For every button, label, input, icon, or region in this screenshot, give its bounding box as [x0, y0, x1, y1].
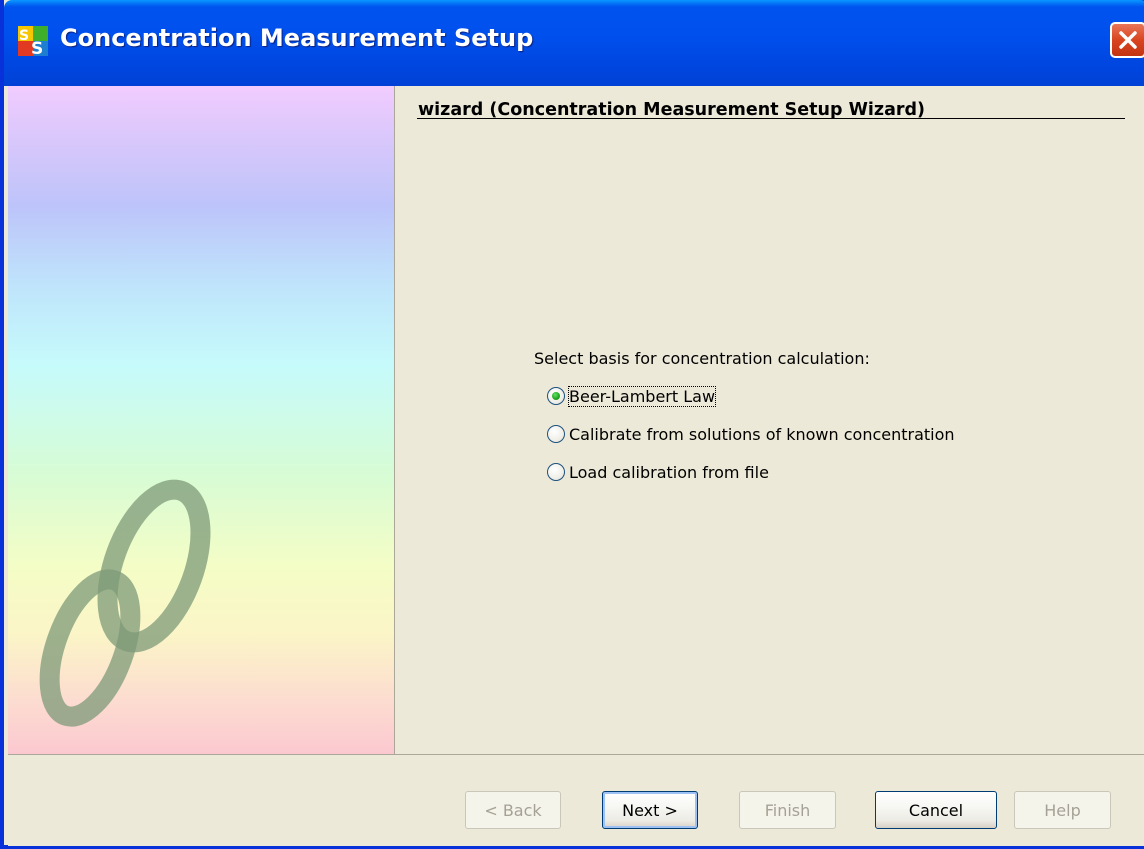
basis-prompt-label: Select basis for concentration calculati…	[534, 349, 870, 368]
radio-calibrate-known[interactable]: Calibrate from solutions of known concen…	[547, 421, 955, 447]
wizard-heading: wizard (Concentration Measurement Setup …	[418, 100, 926, 120]
radio-label: Calibrate from solutions of known concen…	[569, 424, 955, 444]
svg-text:S: S	[19, 28, 29, 44]
back-button[interactable]: < Back	[465, 791, 561, 829]
close-icon	[1119, 31, 1137, 49]
app-logo-icon: S S	[18, 26, 48, 56]
radio-label: Beer-Lambert Law	[567, 385, 717, 407]
cancel-button[interactable]: Cancel	[875, 791, 997, 829]
radio-load-file[interactable]: Load calibration from file	[547, 459, 769, 485]
svg-text:S: S	[31, 39, 43, 56]
radio-beer-lambert[interactable]: Beer-Lambert Law	[547, 383, 717, 409]
heading-divider	[417, 118, 1125, 119]
radio-label: Load calibration from file	[569, 462, 769, 482]
help-button[interactable]: Help	[1014, 791, 1111, 829]
title-bar[interactable]: S S Concentration Measurement Setup	[4, 0, 1144, 86]
radio-button[interactable]	[547, 463, 565, 481]
window-title: Concentration Measurement Setup	[60, 24, 534, 52]
next-button[interactable]: Next >	[602, 791, 698, 829]
wizard-side-banner	[8, 86, 394, 754]
finish-button[interactable]: Finish	[739, 791, 836, 829]
wizard-content: wizard (Concentration Measurement Setup …	[394, 86, 1144, 754]
button-bar: < Back Next > Finish Cancel Help	[8, 754, 1144, 846]
wizard-window: S S Concentration Measurement Setup wiza…	[0, 0, 1144, 849]
brand-logo-icon	[39, 479, 211, 727]
close-button[interactable]	[1110, 22, 1144, 58]
radio-button-checked[interactable]	[547, 387, 565, 405]
radio-button[interactable]	[547, 425, 565, 443]
